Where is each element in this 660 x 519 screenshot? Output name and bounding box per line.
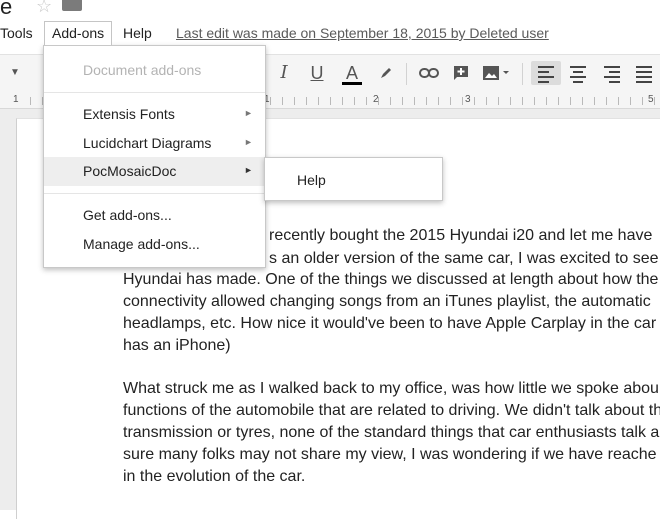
align-left-icon [538,63,554,86]
align-justify-icon [636,63,652,86]
align-left-button[interactable] [531,61,561,85]
menu-item-label: Extensis Fonts [83,106,175,122]
link-icon [419,68,439,78]
menu-item-pocmosaicdoc[interactable]: PocMosaicDoc ► [44,157,265,186]
ruler-label: 1 [13,94,19,105]
align-justify-button[interactable] [631,61,657,85]
caret-down-icon[interactable]: ▼ [10,67,20,78]
menu-item-label: Manage add-ons... [83,236,200,252]
document-title[interactable]: e [0,0,12,20]
menu-item-label: PocMosaicDoc [83,163,177,179]
menu-tools[interactable]: Tools [0,25,33,41]
menu-item-label: Document add-ons [83,62,202,78]
submenu-item-help[interactable]: Help [297,172,326,188]
align-center-button[interactable] [565,61,591,85]
toolbar-separator [522,63,523,85]
pocmosaicdoc-submenu: Help [264,157,443,201]
align-right-icon [604,63,620,86]
comment-button[interactable] [448,61,474,85]
toolbar-separator [406,63,407,85]
ruler-label: 3 [465,94,471,105]
paragraph-line: Hyundai has made. One of the things we d… [123,271,659,288]
menu-divider [44,92,265,93]
paragraph-line: transmission or tyres, none of the stand… [123,424,660,441]
folder-icon[interactable] [62,0,82,11]
text-color-swatch [342,82,362,85]
paragraph-line: headlamps, etc. How nice it would've bee… [123,315,657,332]
menu-addons-label: Add-ons [52,25,105,41]
submenu-arrow-icon: ► [244,108,253,118]
menu-item-document-addons: Document add-ons [44,56,265,85]
paragraph-line: has an iPhone) [123,337,231,354]
paragraph-line: What struck me as I walked back to my of… [123,380,659,397]
image-icon [483,66,509,80]
menu-divider [44,193,265,194]
menu-item-label: Get add-ons... [83,207,172,223]
star-icon[interactable]: ☆ [36,0,52,17]
text-color-icon: A [345,63,358,83]
paragraph-line: recently bought the 2015 Hyundai i20 and… [269,227,653,244]
text-color-button[interactable]: A [339,61,365,85]
menu-item-label: Lucidchart Diagrams [83,135,212,151]
paragraph-line: connectivity allowed changing songs from… [123,293,651,310]
addons-dropdown-menu: Document add-ons Extensis Fonts ► Lucidc… [43,45,266,268]
menu-help[interactable]: Help [123,25,152,41]
link-button[interactable] [416,61,442,85]
image-button[interactable] [480,61,512,85]
comment-icon [454,66,468,80]
italic-button[interactable]: I [271,61,297,85]
align-right-button[interactable] [599,61,625,85]
submenu-arrow-icon: ► [244,137,253,147]
paragraph-line: sure many folks may not share my view, I… [123,446,657,463]
menu-item-manage-addons[interactable]: Manage add-ons... [44,230,265,259]
underline-button[interactable]: U [304,61,330,85]
highlight-icon [381,68,391,78]
ruler-label: 5 [648,94,654,105]
menu-item-get-addons[interactable]: Get add-ons... [44,201,265,230]
ruler-label: 2 [373,94,379,105]
paragraph-line: in the evolution of the car. [123,468,306,485]
last-edit-link[interactable]: Last edit was made on September 18, 2015… [176,25,549,41]
paragraph-line: functions of the automobile that are rel… [123,402,660,419]
paragraph-line: s an older version of the same car, I wa… [269,250,660,267]
menu-item-lucidchart-diagrams[interactable]: Lucidchart Diagrams ► [44,129,265,158]
submenu-arrow-icon: ► [244,165,253,175]
menu-item-extensis-fonts[interactable]: Extensis Fonts ► [44,100,265,129]
highlight-button[interactable] [373,61,399,85]
align-center-icon [570,63,586,86]
menu-addons[interactable]: Add-ons [44,21,112,45]
